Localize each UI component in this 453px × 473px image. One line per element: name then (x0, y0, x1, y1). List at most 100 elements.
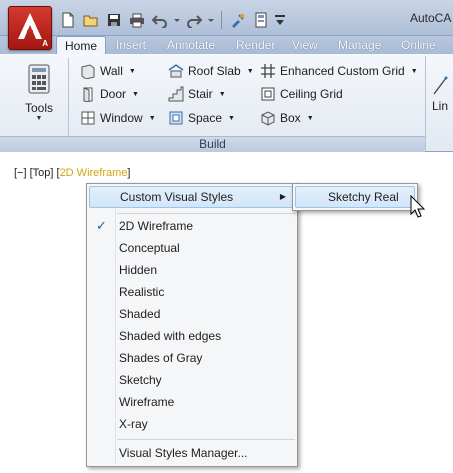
title-bar: AutoCA (0, 0, 453, 36)
mouse-cursor-icon (410, 195, 426, 218)
tab-online[interactable]: Online (393, 36, 444, 55)
menu-item-realistic[interactable]: Realistic (89, 281, 295, 303)
menu-item-label: Shaded with edges (119, 329, 222, 343)
tab-insert[interactable]: Insert (108, 36, 154, 55)
viewport-label-suffix: ] (127, 167, 131, 179)
custom-visual-styles-submenu: Sketchy Real (292, 183, 418, 211)
menu-item-conceptual[interactable]: Conceptual (89, 237, 295, 259)
tab-view[interactable]: View (284, 36, 326, 55)
tools-dropdown-icon: ▼ (35, 115, 43, 122)
door-icon (83, 87, 93, 102)
space-label: Space (188, 111, 223, 125)
window-label: Window (100, 111, 143, 125)
enhanced-custom-grid-label: Enhanced Custom Grid (280, 64, 405, 78)
menu-item-wireframe[interactable]: Wireframe (89, 391, 295, 413)
menu-item-label: Realistic (119, 285, 165, 299)
menu-item-sketchy-real[interactable]: Sketchy Real (295, 186, 415, 208)
window-icon (81, 111, 95, 125)
roof-slab-icon (168, 64, 184, 78)
line-icon (433, 76, 448, 95)
workspace-icon[interactable] (251, 10, 271, 30)
line-button[interactable]: Lin (432, 76, 453, 113)
menu-separator (117, 213, 295, 214)
tools-button[interactable]: Tools ▼ (14, 64, 64, 122)
box-dropdown-icon[interactable]: ▼ (307, 115, 314, 122)
space-dropdown-icon[interactable]: ▼ (228, 115, 235, 122)
tab-manage[interactable]: Manage (330, 36, 389, 55)
ribbon-tabs: Home Insert Annotate Render View Manage … (0, 36, 453, 55)
visual-styles-menu: Custom Visual Styles ▶ ✓ 2D Wireframe Co… (86, 183, 298, 467)
window-dropdown-icon[interactable]: ▼ (149, 115, 156, 122)
door-dropdown-icon[interactable]: ▼ (132, 91, 139, 98)
wall-dropdown-icon[interactable]: ▼ (129, 68, 136, 75)
stair-button[interactable]: Stair ▼ (168, 84, 226, 104)
stair-label: Stair (188, 87, 213, 101)
box-icon (261, 111, 275, 126)
menu-item-label: Wireframe (119, 395, 175, 409)
stair-dropdown-icon[interactable]: ▼ (219, 91, 226, 98)
wall-label: Wall (100, 64, 123, 78)
redo-dropdown-icon[interactable] (207, 10, 215, 30)
tools-icon (28, 64, 50, 94)
checkmark-icon: ✓ (96, 218, 107, 233)
build-panel-title: Build (0, 136, 425, 152)
logo-letter-icon: A (42, 39, 48, 48)
menu-item-label: Shaded (119, 307, 161, 321)
redo-icon[interactable] (184, 10, 204, 30)
space-button[interactable]: Space ▼ (168, 108, 235, 128)
tab-home[interactable]: Home (56, 36, 107, 55)
tab-annotate[interactable]: Annotate (159, 36, 223, 55)
menu-item-label: Hidden (119, 263, 158, 277)
save-icon[interactable] (104, 10, 124, 30)
menu-separator (117, 439, 295, 440)
menu-item-custom-visual-styles[interactable]: Custom Visual Styles ▶ (89, 186, 295, 208)
door-label: Door (100, 87, 127, 101)
roof-slab-button[interactable]: Roof Slab ▼ (168, 61, 254, 81)
panel-separator (425, 56, 426, 150)
window-title: AutoCA (410, 11, 452, 25)
quick-access-toolbar (58, 10, 286, 30)
print-icon[interactable] (127, 10, 147, 30)
menu-item-label: Sketchy (119, 373, 162, 387)
undo-icon[interactable] (150, 10, 170, 30)
open-icon[interactable] (81, 10, 101, 30)
grid-icon (261, 64, 275, 78)
customize-qat-icon[interactable] (274, 10, 286, 30)
visual-style-control[interactable]: 2D Wireframe (60, 167, 128, 179)
ribbon-panel: Tools ▼ Wall ▼ Door ▼ Window ▼ Roof Slab… (0, 54, 453, 152)
menu-item-shades-of-gray[interactable]: Shades of Gray (89, 347, 295, 369)
viewport-label-prefix[interactable]: [−] [Top] [ (14, 167, 60, 179)
undo-dropdown-icon[interactable] (173, 10, 181, 30)
tab-render[interactable]: Render (228, 36, 283, 55)
menu-item-sketchy[interactable]: Sketchy (89, 369, 295, 391)
wall-icon (81, 64, 95, 79)
menu-item-hidden[interactable]: Hidden (89, 259, 295, 281)
viewport-controls[interactable]: [−] [Top] [2D Wireframe] (14, 167, 130, 179)
menu-item-x-ray[interactable]: X-ray (89, 413, 295, 435)
enhanced-grid-dropdown-icon[interactable]: ▼ (411, 68, 418, 75)
door-button[interactable]: Door ▼ (80, 84, 139, 104)
stair-icon (168, 86, 184, 102)
menu-item-visual-styles-manager[interactable]: Visual Styles Manager... (89, 442, 295, 464)
menu-item-shaded-with-edges[interactable]: Shaded with edges (89, 325, 295, 347)
panel-separator (68, 58, 69, 138)
new-icon[interactable] (58, 10, 78, 30)
box-button[interactable]: Box ▼ (260, 108, 314, 128)
roof-slab-dropdown-icon[interactable]: ▼ (247, 68, 254, 75)
match-properties-icon[interactable] (228, 10, 248, 30)
space-icon (169, 111, 183, 125)
window-button[interactable]: Window ▼ (80, 108, 156, 128)
wall-button[interactable]: Wall ▼ (80, 61, 136, 81)
enhanced-custom-grid-button[interactable]: Enhanced Custom Grid ▼ (260, 61, 418, 81)
custom-visual-styles-label: Custom Visual Styles (120, 190, 234, 204)
menu-item-2d-wireframe[interactable]: ✓ 2D Wireframe (89, 215, 295, 237)
sketchy-real-label: Sketchy Real (328, 190, 399, 204)
ceiling-grid-button[interactable]: Ceiling Grid (260, 84, 343, 104)
application-menu-button[interactable]: A (8, 6, 52, 50)
menu-item-shaded[interactable]: Shaded (89, 303, 295, 325)
tools-label: Tools (24, 101, 53, 115)
toolbar-separator (221, 11, 222, 29)
menu-item-label: 2D Wireframe (119, 219, 194, 233)
visual-styles-manager-label: Visual Styles Manager... (119, 446, 248, 460)
autocad-logo-icon (18, 13, 42, 39)
